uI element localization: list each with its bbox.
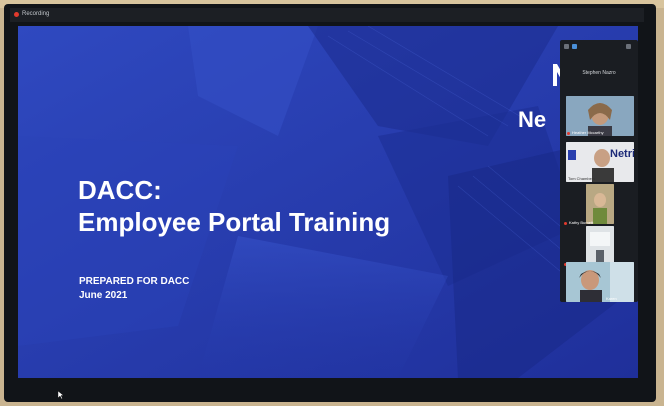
recording-indicator-icon: [14, 12, 19, 17]
background-logo-text: Netri: [610, 148, 634, 160]
participant-name: Karen: [606, 296, 617, 301]
participant-video: [566, 262, 634, 302]
prepared-for-text: PREPARED FOR DACC: [79, 276, 190, 287]
muted-mic-icon: [564, 222, 567, 225]
slide-title-line2: Employee Portal Training: [78, 207, 391, 237]
view-icon[interactable]: [572, 44, 577, 49]
company-brand-text: Ne: [518, 107, 547, 132]
shared-screen-slide: DACC: Employee Portal Training PREPARED …: [18, 26, 638, 378]
host-name: Stephen Nazro: [582, 70, 616, 76]
muted-mic-icon: [567, 132, 570, 135]
slide-date: June 2021: [79, 290, 128, 301]
window-title-bar: Recording: [10, 8, 644, 22]
participant-tile[interactable]: Karen: [566, 262, 634, 302]
participant-tile[interactable]: Heather Mccarthy: [566, 96, 634, 136]
participant-video: [586, 226, 614, 266]
panel-toolbar: [564, 43, 634, 51]
participant-name: Tom Chambers: [568, 176, 596, 181]
participant-video: [586, 184, 614, 224]
participant-tile[interactable]: Netri Tom Chambers: [566, 142, 634, 182]
participant-tile[interactable]: [586, 184, 614, 224]
participant-tile[interactable]: [586, 226, 614, 266]
participants-panel: Stephen Nazro Heather Mccarthy Netri Tom…: [560, 40, 638, 302]
mouse-cursor-icon: [58, 391, 64, 399]
expand-icon[interactable]: [626, 44, 631, 49]
slide-subtitle: PREPARED FOR DACC June 2021: [79, 275, 189, 303]
minimize-icon[interactable]: [564, 44, 569, 49]
participant-name: Heather Mccarthy: [572, 130, 604, 135]
window-title: Recording: [22, 11, 50, 17]
slide-title: DACC: Employee Portal Training: [78, 174, 390, 238]
slide-title-line1: DACC:: [78, 175, 162, 205]
